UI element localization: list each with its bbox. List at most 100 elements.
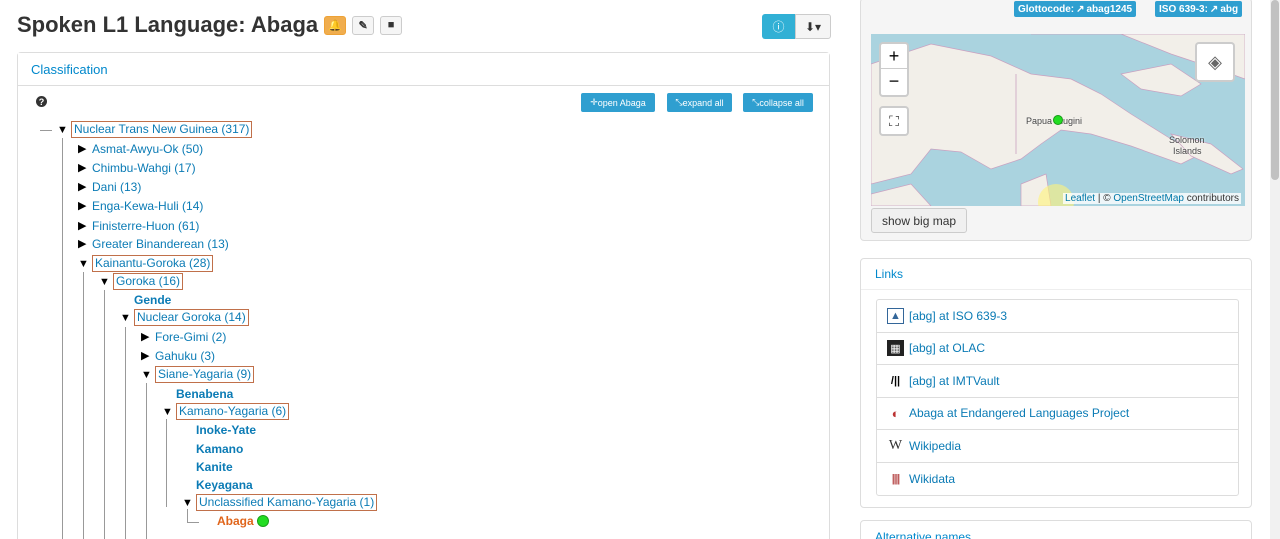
open-abaga-button[interactable]: ✛ open Abaga bbox=[581, 93, 655, 112]
pencil-icon[interactable]: ✎ bbox=[352, 15, 375, 35]
tree-node-label[interactable]: Kainantu-Goroka (28) bbox=[92, 255, 214, 272]
link-wikidata[interactable]: |||| Wikidata bbox=[877, 463, 1238, 496]
link-label[interactable]: [abg] at ISO 639-3 bbox=[909, 309, 1007, 323]
fullscreen-button[interactable]: ⛶ bbox=[879, 106, 909, 136]
elp-icon: ◐ bbox=[891, 405, 900, 421]
expand-all-button[interactable]: ⤡ expand all bbox=[667, 93, 732, 112]
bell-icon[interactable]: 🔔 bbox=[324, 15, 347, 35]
tree-node-label[interactable]: Kamano-Yagaria (6) bbox=[176, 403, 290, 420]
tree-node[interactable]: ▶ Fore-Gimi (2) bbox=[141, 328, 226, 345]
tree-connector bbox=[125, 327, 126, 539]
tree-node[interactable]: ▶ Greater Binanderean (13) bbox=[78, 235, 229, 252]
current-language-label[interactable]: Abaga bbox=[217, 514, 254, 528]
book-icon[interactable]: ■ bbox=[380, 15, 403, 35]
tree-node[interactable]: ▼ Siane-Yagaria (9) bbox=[141, 366, 255, 383]
tree-node[interactable]: ▶ Chimbu-Wahgi (17) bbox=[78, 159, 196, 176]
zoom-in-button[interactable]: + bbox=[881, 44, 907, 69]
tree-node-label[interactable]: Gahuku (3) bbox=[155, 349, 215, 363]
expand-triangle-icon[interactable]: ▶ bbox=[141, 330, 155, 343]
link-iso[interactable]: ▲ [abg] at ISO 639-3 bbox=[877, 300, 1238, 333]
iso-badge[interactable]: ISO 639-3: ↗ abg bbox=[1155, 1, 1243, 17]
links-heading[interactable]: Links bbox=[861, 259, 1251, 290]
tree-node[interactable]: ▶ Enga-Kewa-Huli (14) bbox=[78, 197, 203, 214]
tree-leaf[interactable]: Kanite bbox=[196, 458, 233, 475]
collapse-triangle-icon[interactable]: ▼ bbox=[120, 312, 134, 324]
tree-node-label[interactable]: Chimbu-Wahgi (17) bbox=[92, 161, 196, 175]
tree-leaf-label[interactable]: Kanite bbox=[196, 460, 233, 474]
tree-leaf-current[interactable]: Abaga bbox=[217, 512, 269, 529]
tree-leaf-label[interactable]: Keyagana bbox=[196, 478, 253, 492]
link-olac[interactable]: ▦ [abg] at OLAC bbox=[877, 333, 1238, 365]
link-label[interactable]: [abg] at OLAC bbox=[909, 341, 985, 355]
show-big-map-button[interactable]: show big map bbox=[871, 208, 968, 233]
layers-button[interactable]: ◈ bbox=[1195, 42, 1235, 82]
classification-heading[interactable]: Classification bbox=[18, 53, 829, 86]
tree-leaf-label[interactable]: Kamano bbox=[196, 442, 243, 456]
collapse-triangle-icon[interactable]: ▼ bbox=[182, 497, 196, 509]
expand-triangle-icon[interactable]: ▶ bbox=[78, 199, 92, 212]
tree-leaf[interactable]: Kamano bbox=[196, 440, 243, 457]
link-label[interactable]: [abg] at IMTVault bbox=[909, 374, 1000, 388]
collapse-triangle-icon[interactable]: ▼ bbox=[141, 369, 155, 381]
expand-triangle-icon[interactable]: ▶ bbox=[78, 142, 92, 155]
fullscreen-icon: ⛶ bbox=[889, 112, 899, 129]
tree-node[interactable]: ▶ Gahuku (3) bbox=[141, 347, 215, 364]
expand-triangle-icon[interactable]: ▶ bbox=[78, 180, 92, 193]
language-location-marker[interactable] bbox=[1053, 115, 1063, 125]
link-wikipedia[interactable]: W Wikipedia bbox=[877, 430, 1238, 463]
tree-node-label[interactable]: Nuclear Trans New Guinea (317) bbox=[71, 121, 253, 138]
page-scrollbar-thumb[interactable] bbox=[1271, 0, 1279, 180]
tree-node-label[interactable]: Dani (13) bbox=[92, 180, 141, 194]
collapse-triangle-icon[interactable]: ▼ bbox=[162, 406, 176, 418]
tree-node-label[interactable]: Asmat-Awyu-Ok (50) bbox=[92, 142, 203, 156]
tree-node[interactable]: ▼ Nuclear Trans New Guinea (317) bbox=[57, 121, 253, 138]
collapse-triangle-icon[interactable]: ▼ bbox=[57, 124, 71, 136]
tree-node[interactable]: ▼ Kamano-Yagaria (6) bbox=[162, 403, 290, 420]
expand-triangle-icon[interactable]: ▶ bbox=[78, 237, 92, 250]
map-view[interactable]: Papua Niugini Solomon Islands + − ⛶ ◈ Le… bbox=[871, 34, 1245, 206]
tree-node-label[interactable]: Nuclear Goroka (14) bbox=[134, 309, 249, 326]
alternative-names-heading[interactable]: Alternative names bbox=[861, 521, 1251, 539]
link-elp[interactable]: ◐ Abaga at Endangered Languages Project bbox=[877, 398, 1238, 430]
collapse-triangle-icon[interactable]: ▼ bbox=[99, 276, 113, 288]
tree-node[interactable]: ▶ Dani (13) bbox=[78, 178, 141, 195]
collapse-all-button[interactable]: ⤡ collapse all bbox=[743, 93, 813, 112]
tree-node-label[interactable]: Greater Binanderean (13) bbox=[92, 237, 229, 251]
tree-leaf[interactable]: Benabena bbox=[176, 385, 233, 402]
osm-link[interactable]: OpenStreetMap bbox=[1113, 193, 1184, 204]
tree-leaf-label[interactable]: Inoke-Yate bbox=[196, 423, 256, 437]
tree-node-label[interactable]: Fore-Gimi (2) bbox=[155, 330, 226, 344]
link-label[interactable]: Abaga at Endangered Languages Project bbox=[909, 406, 1129, 420]
tree-leaf-label[interactable]: Benabena bbox=[176, 387, 233, 401]
zoom-out-button[interactable]: − bbox=[881, 69, 907, 94]
tree-node[interactable]: ▼ Goroka (16) bbox=[99, 273, 184, 290]
tree-node-label[interactable]: Siane-Yagaria (9) bbox=[155, 366, 255, 383]
tree-node-label[interactable]: Enga-Kewa-Huli (14) bbox=[92, 199, 203, 213]
tree-node-label[interactable]: Goroka (16) bbox=[113, 273, 184, 290]
tree-node[interactable]: ▶ Finisterre-Huon (61) bbox=[78, 217, 199, 234]
collapse-triangle-icon[interactable]: ▼ bbox=[78, 258, 92, 270]
info-button[interactable]: ⓘ bbox=[762, 14, 795, 39]
tree-node-label[interactable]: Finisterre-Huon (61) bbox=[92, 219, 199, 233]
expand-triangle-icon[interactable]: ▶ bbox=[78, 219, 92, 232]
tree-node[interactable]: ▶ Asmat-Awyu-Ok (50) bbox=[78, 140, 203, 157]
tree-leaf-label[interactable]: Gende bbox=[134, 293, 171, 307]
link-imtvault[interactable]: /|| [abg] at IMTVault bbox=[877, 365, 1238, 398]
expand-triangle-icon[interactable]: ▶ bbox=[141, 349, 155, 362]
link-label[interactable]: Wikipedia bbox=[909, 439, 961, 453]
tree-node[interactable]: ▼ Nuclear Goroka (14) bbox=[120, 309, 249, 326]
help-icon[interactable]: ? bbox=[36, 96, 47, 107]
link-label[interactable]: Wikidata bbox=[909, 472, 955, 486]
external-link-icon: ↗ bbox=[1076, 3, 1085, 15]
tree-connector bbox=[166, 419, 167, 507]
tree-node[interactable]: ▼ Unclassified Kamano-Yagaria (1) bbox=[182, 494, 378, 511]
tree-node-label[interactable]: Unclassified Kamano-Yagaria (1) bbox=[196, 494, 378, 511]
tree-leaf[interactable]: Keyagana bbox=[196, 476, 253, 493]
tree-node[interactable]: ▼ Kainantu-Goroka (28) bbox=[78, 255, 214, 272]
glottocode-badge[interactable]: Glottocode: ↗ abag1245 bbox=[1014, 1, 1137, 17]
expand-triangle-icon[interactable]: ▶ bbox=[78, 161, 92, 174]
download-button[interactable]: ⬇▾ bbox=[795, 14, 831, 39]
tree-leaf[interactable]: Inoke-Yate bbox=[196, 421, 256, 438]
leaflet-link[interactable]: Leaflet bbox=[1065, 193, 1095, 204]
tree-leaf[interactable]: Gende bbox=[134, 291, 171, 308]
